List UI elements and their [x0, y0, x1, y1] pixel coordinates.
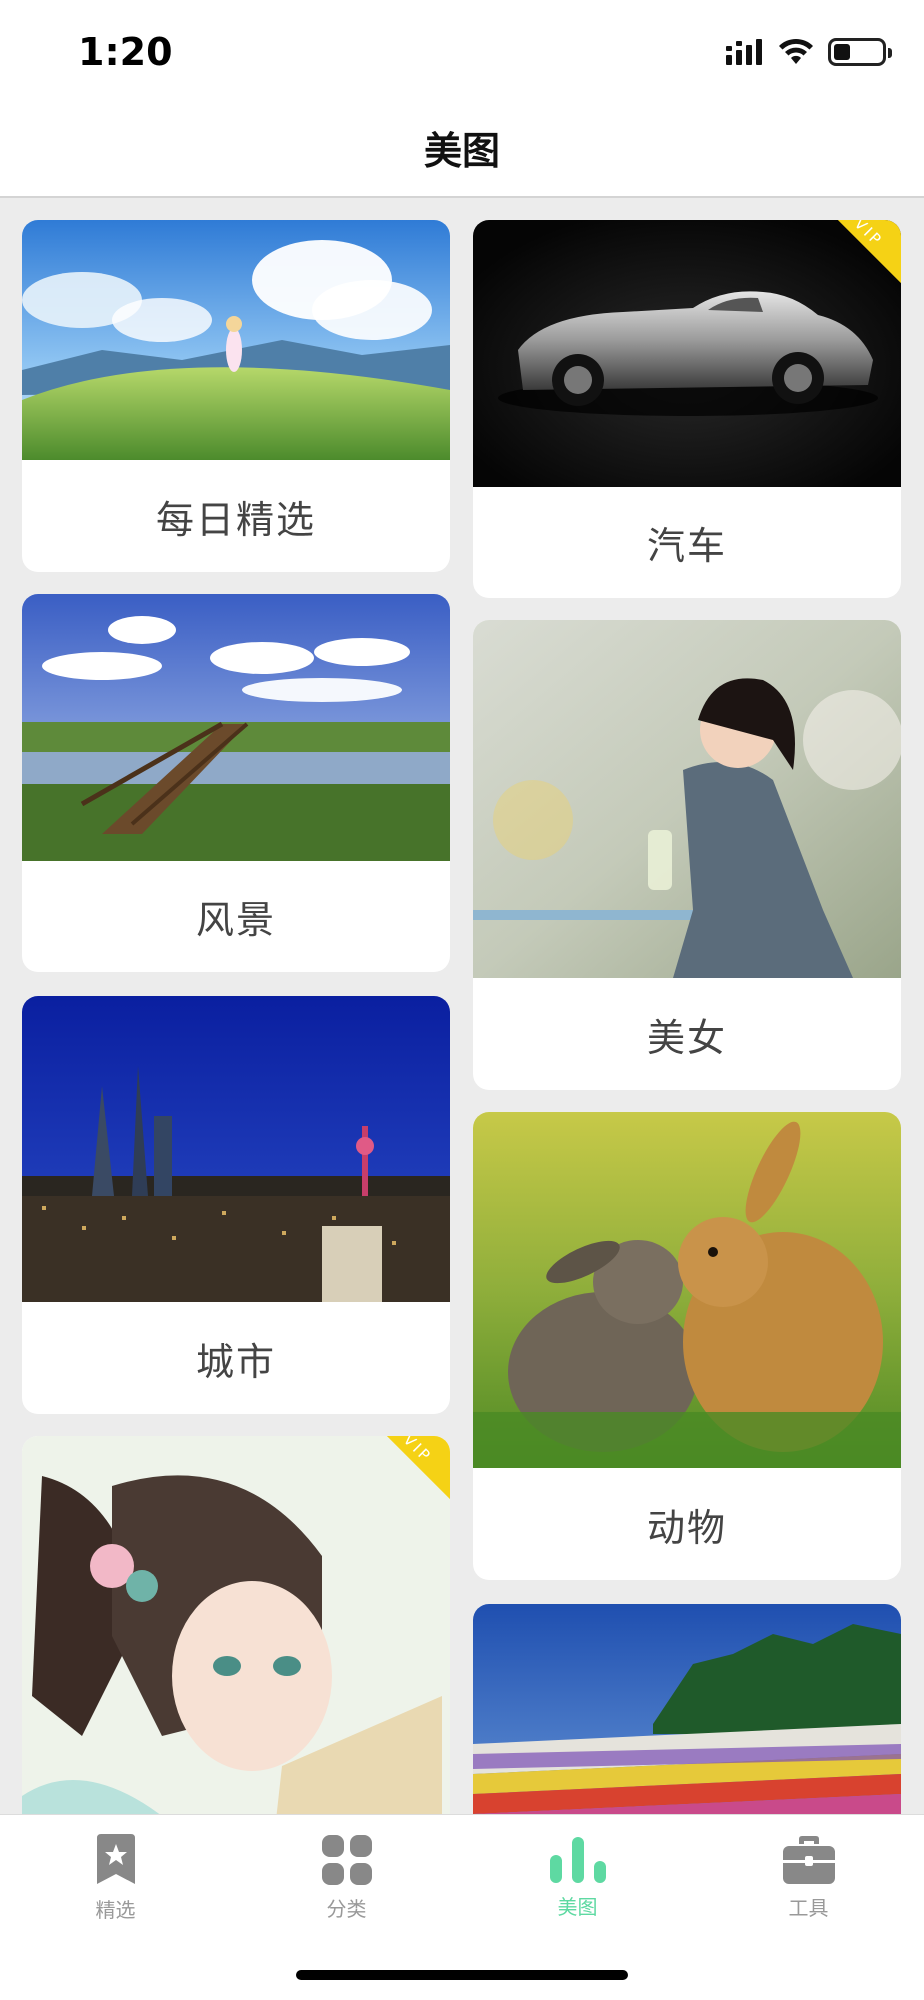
battery-icon: [828, 38, 892, 66]
page-title: 美图: [423, 128, 500, 173]
category-card-scenery[interactable]: 风景: [22, 594, 450, 972]
card-image: VIP: [22, 1436, 450, 1814]
card-label: 汽车: [646, 524, 727, 568]
tab-label: 分类: [326, 1896, 367, 1921]
category-card-car[interactable]: VIP 汽车: [473, 220, 901, 598]
card-label: 美女: [646, 1015, 727, 1060]
category-card-beauty[interactable]: 美女: [473, 620, 901, 1090]
card-label: 动物: [646, 1505, 727, 1550]
card-label: 城市: [195, 1339, 276, 1384]
tab-bar: 精选 分类 美图 工具: [0, 1814, 924, 2000]
home-indicator: [296, 1970, 628, 1980]
card-image: [473, 1604, 901, 1814]
grid-icon: [321, 1834, 372, 1885]
cellular-signal-icon: [726, 39, 762, 65]
tab-label: 精选: [95, 1897, 136, 1922]
tab-gallery[interactable]: 美图: [462, 1815, 693, 1931]
card-label: 风景: [195, 898, 276, 942]
category-card-animal[interactable]: 动物: [473, 1112, 901, 1580]
bar-chart-icon: [549, 1836, 606, 1883]
card-image: [22, 594, 450, 861]
category-card-city[interactable]: 城市: [22, 996, 450, 1414]
status-time: 1:20: [78, 30, 173, 74]
card-image: [22, 220, 450, 460]
tab-featured[interactable]: 精选: [0, 1815, 231, 1931]
image-category-grid: 每日精选 VIP 汽车 风景 美女 城市 动物 VIP: [0, 200, 924, 1814]
card-image: [22, 996, 450, 1302]
card-image: VIP: [473, 220, 901, 487]
tab-tools[interactable]: 工具: [693, 1815, 924, 1931]
category-card-anime[interactable]: VIP: [22, 1436, 450, 1814]
card-label: 每日精选: [155, 497, 316, 542]
category-card-flowers[interactable]: [473, 1604, 901, 1814]
wifi-icon: [779, 38, 813, 64]
tab-label: 美图: [557, 1894, 598, 1919]
card-image: [473, 1112, 901, 1468]
screen: 1:20 美图 每日精选 VIP 汽车 风景 美女 城市 动物 VIP 精选 分…: [0, 0, 924, 2000]
tab-label: 工具: [788, 1895, 829, 1920]
tab-category[interactable]: 分类: [231, 1815, 462, 1931]
nav-bar: 美图: [0, 98, 924, 198]
status-bar: 1:20: [0, 0, 924, 98]
category-card-daily[interactable]: 每日精选: [22, 220, 450, 572]
card-image: [473, 620, 901, 978]
bookmark-star-icon: [96, 1833, 135, 1884]
toolbox-icon: [782, 1835, 835, 1884]
status-icons: [726, 38, 892, 66]
